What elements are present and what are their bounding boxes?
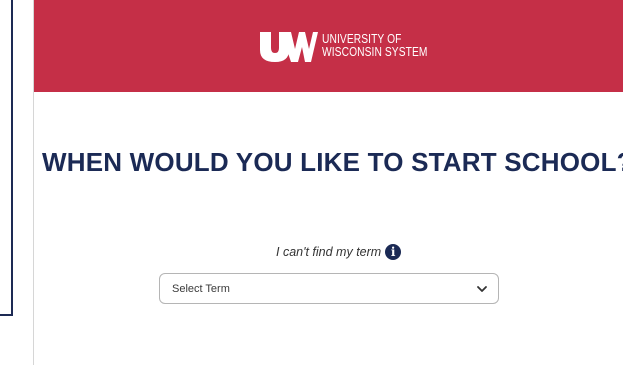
uw-system-logo: UNIVERSITY OF WISCONSIN SYSTEM xyxy=(258,25,451,67)
left-border-corner xyxy=(0,314,13,316)
application-frame: UNIVERSITY OF WISCONSIN SYSTEM WHEN WOUL… xyxy=(33,0,623,365)
chevron-down-icon xyxy=(477,286,487,292)
uw-logo-mark xyxy=(260,32,318,62)
info-icon[interactable]: i xyxy=(385,244,402,260)
logo-line-2: WISCONSIN SYSTEM xyxy=(322,45,428,59)
term-help-link[interactable]: I can't find my term i xyxy=(276,244,402,260)
term-select[interactable]: Select Term xyxy=(159,273,499,304)
left-border-line xyxy=(11,0,13,316)
page-title: WHEN WOULD YOU LIKE TO START SCHOOL? xyxy=(42,147,623,177)
logo-wordmark: UNIVERSITY OF WISCONSIN SYSTEM xyxy=(322,33,428,59)
term-select-value: Select Term xyxy=(172,282,230,295)
site-header: UNIVERSITY OF WISCONSIN SYSTEM xyxy=(34,0,623,92)
term-help-text[interactable]: I can't find my term xyxy=(276,245,381,259)
